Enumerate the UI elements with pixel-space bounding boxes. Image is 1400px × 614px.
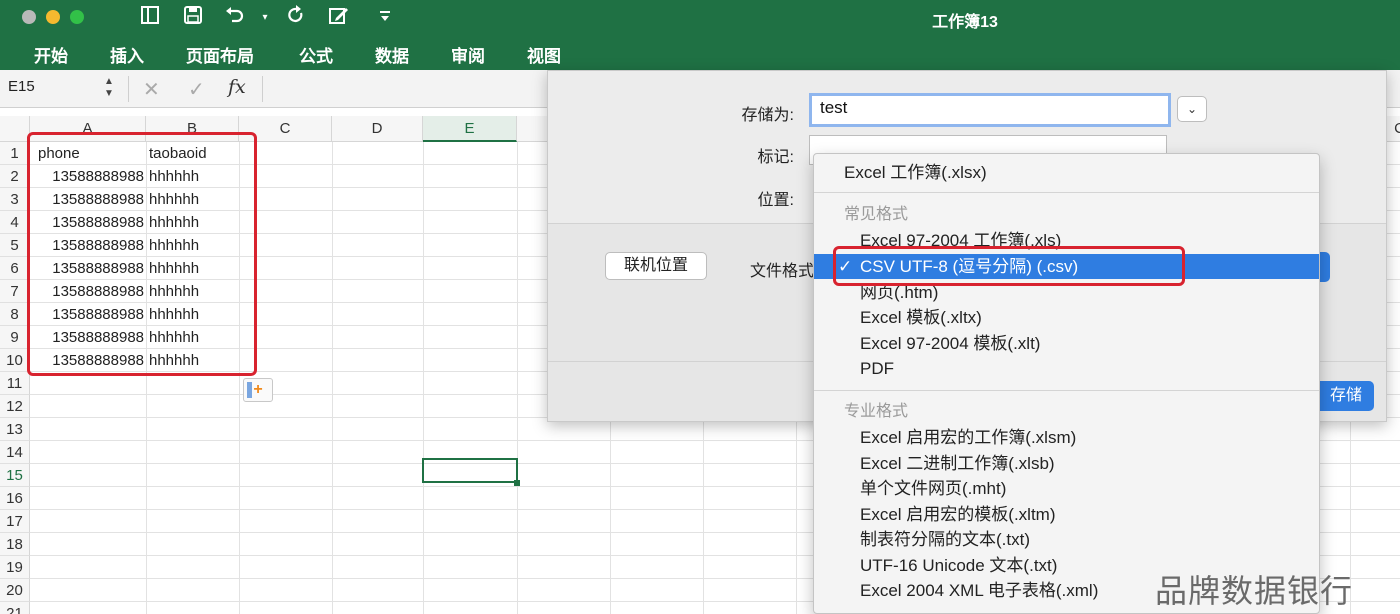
menu-separator — [814, 192, 1319, 193]
name-box-stepper-icon[interactable]: ▲ ▼ — [104, 76, 114, 100]
ribbon-tabs: 开始 插入 页面布局 公式 数据 审阅 视图 — [0, 36, 1400, 70]
row-header-14[interactable]: 14 — [0, 441, 30, 464]
paste-options-icon[interactable]: + — [243, 378, 273, 402]
window-title: 工作簿13 — [932, 14, 998, 31]
menu-header-pro: 专业格式 — [844, 403, 909, 420]
tab-formulas[interactable]: 公式 — [299, 42, 333, 67]
menu-item-xltm[interactable]: Excel 启用宏的模板(.xltm) — [814, 502, 1319, 527]
file-format-menu: Excel 工作簿(.xlsx) 常见格式 Excel 97-2004 工作簿(… — [813, 153, 1320, 614]
watermark-text: 品牌数据银行 — [1155, 572, 1354, 610]
row-header-13[interactable]: 13 — [0, 418, 30, 441]
row-header-9[interactable]: 9 — [0, 326, 30, 349]
gridline — [423, 142, 424, 614]
column-header-d[interactable]: D — [332, 116, 423, 142]
tab-review[interactable]: 审阅 — [451, 42, 485, 67]
tab-page-layout[interactable]: 页面布局 — [186, 42, 254, 67]
chevron-down-icon: ⌄ — [1186, 102, 1198, 116]
column-header-far[interactable]: C — [1385, 116, 1400, 142]
row-header-6[interactable]: 6 — [0, 257, 30, 280]
menu-header-common: 常见格式 — [844, 206, 909, 223]
insert-function-icon[interactable]: fx — [228, 76, 246, 98]
gridline — [517, 142, 518, 614]
row-header-1[interactable]: 1 — [0, 142, 30, 165]
row-header-20[interactable]: 20 — [0, 579, 30, 602]
row-header-15[interactable]: 15 — [0, 464, 30, 487]
save-as-label: 存储为: — [741, 107, 794, 124]
menu-item-xltx[interactable]: Excel 模板(.xltx) — [814, 305, 1319, 330]
row-header-2[interactable]: 2 — [0, 165, 30, 188]
fill-handle[interactable] — [514, 480, 520, 486]
column-header-e[interactable]: E — [423, 116, 517, 142]
row-header-4[interactable]: 4 — [0, 211, 30, 234]
cancel-formula-icon[interactable]: ✕ — [143, 77, 160, 102]
expand-dialog-button[interactable]: ⌄ — [1177, 96, 1207, 122]
csv-highlight-box — [833, 246, 1185, 286]
filename-input[interactable]: test — [809, 93, 1171, 127]
menu-separator — [814, 390, 1319, 391]
name-box[interactable]: E15 — [8, 78, 35, 95]
row-header-5[interactable]: 5 — [0, 234, 30, 257]
menu-item-xlsb[interactable]: Excel 二进制工作簿(.xlsb) — [814, 451, 1319, 476]
row-header-19[interactable]: 19 — [0, 556, 30, 579]
formula-bar-divider — [128, 76, 129, 102]
menu-item-pdf[interactable]: PDF — [814, 356, 1319, 381]
location-label: 位置: — [757, 192, 794, 209]
online-locations-button[interactable]: 联机位置 — [605, 252, 708, 280]
tab-insert[interactable]: 插入 — [110, 42, 144, 67]
row-header-21[interactable]: 21 — [0, 602, 30, 614]
row-header-3[interactable]: 3 — [0, 188, 30, 211]
row-header-7[interactable]: 7 — [0, 280, 30, 303]
tab-view[interactable]: 视图 — [527, 42, 561, 67]
row-header-17[interactable]: 17 — [0, 510, 30, 533]
tab-data[interactable]: 数据 — [375, 42, 409, 67]
menu-item-xlt[interactable]: Excel 97-2004 模板(.xlt) — [814, 331, 1319, 356]
select-all-corner[interactable] — [0, 116, 30, 142]
row-header-10[interactable]: 10 — [0, 349, 30, 372]
menu-item-tab-txt[interactable]: 制表符分隔的文本(.txt) — [814, 527, 1319, 552]
selected-cell-e15[interactable] — [422, 458, 518, 483]
tags-label: 标记: — [757, 149, 794, 166]
row-header-18[interactable]: 18 — [0, 533, 30, 556]
menu-item-xlsx[interactable]: Excel 工作簿(.xlsx) — [814, 160, 1319, 185]
title-bar: ▾ 工作簿13 — [0, 0, 1400, 36]
row-header-16[interactable]: 16 — [0, 487, 30, 510]
row-header-12[interactable]: 12 — [0, 395, 30, 418]
formula-bar-divider — [262, 76, 263, 102]
row-header-11[interactable]: 11 — [0, 372, 30, 395]
tab-home[interactable]: 开始 — [34, 42, 68, 67]
enter-formula-icon[interactable]: ✓ — [188, 77, 205, 102]
menu-item-mht[interactable]: 单个文件网页(.mht) — [814, 476, 1319, 501]
menu-item-xlsm[interactable]: Excel 启用宏的工作簿(.xlsm) — [814, 425, 1319, 450]
row-header-8[interactable]: 8 — [0, 303, 30, 326]
data-highlight-box — [27, 132, 257, 376]
gridline — [332, 142, 333, 614]
file-format-label: 文件格式 — [750, 263, 815, 280]
